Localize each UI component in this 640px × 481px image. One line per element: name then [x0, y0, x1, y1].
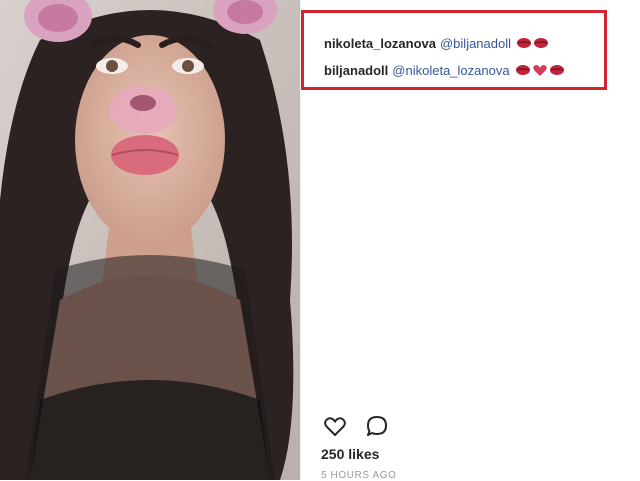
lips-icon	[534, 38, 549, 48]
comment-1: nikoleta_lozanova @biljanadoll	[324, 35, 550, 51]
comment-2: biljanadoll @nikoleta_lozanova	[324, 62, 566, 78]
lips-icon	[549, 65, 564, 75]
highlighted-comments-box: nikoleta_lozanova @biljanadoll biljanado…	[301, 10, 607, 90]
comment-username[interactable]: nikoleta_lozanova	[324, 36, 436, 51]
post-details-panel: nikoleta_lozanova @biljanadoll biljanado…	[300, 0, 640, 481]
heart-icon	[532, 65, 547, 76]
post-photo[interactable]	[0, 0, 300, 480]
like-button[interactable]	[321, 412, 349, 440]
lips-icon	[515, 65, 530, 75]
post-timestamp[interactable]: 5 HOURS AGO	[321, 470, 397, 481]
selfie-photo	[0, 0, 300, 480]
comment-button[interactable]	[363, 412, 391, 440]
lips-icon	[517, 38, 532, 48]
comment-mention[interactable]: @nikoleta_lozanova	[392, 63, 509, 78]
post-actions	[321, 412, 405, 440]
comment-username[interactable]: biljanadoll	[324, 63, 388, 78]
likes-count[interactable]: 250 likes	[321, 446, 379, 462]
speech-bubble-icon	[367, 416, 387, 436]
comment-mention[interactable]: @biljanadoll	[440, 36, 511, 51]
heart-outline-icon	[324, 417, 346, 437]
